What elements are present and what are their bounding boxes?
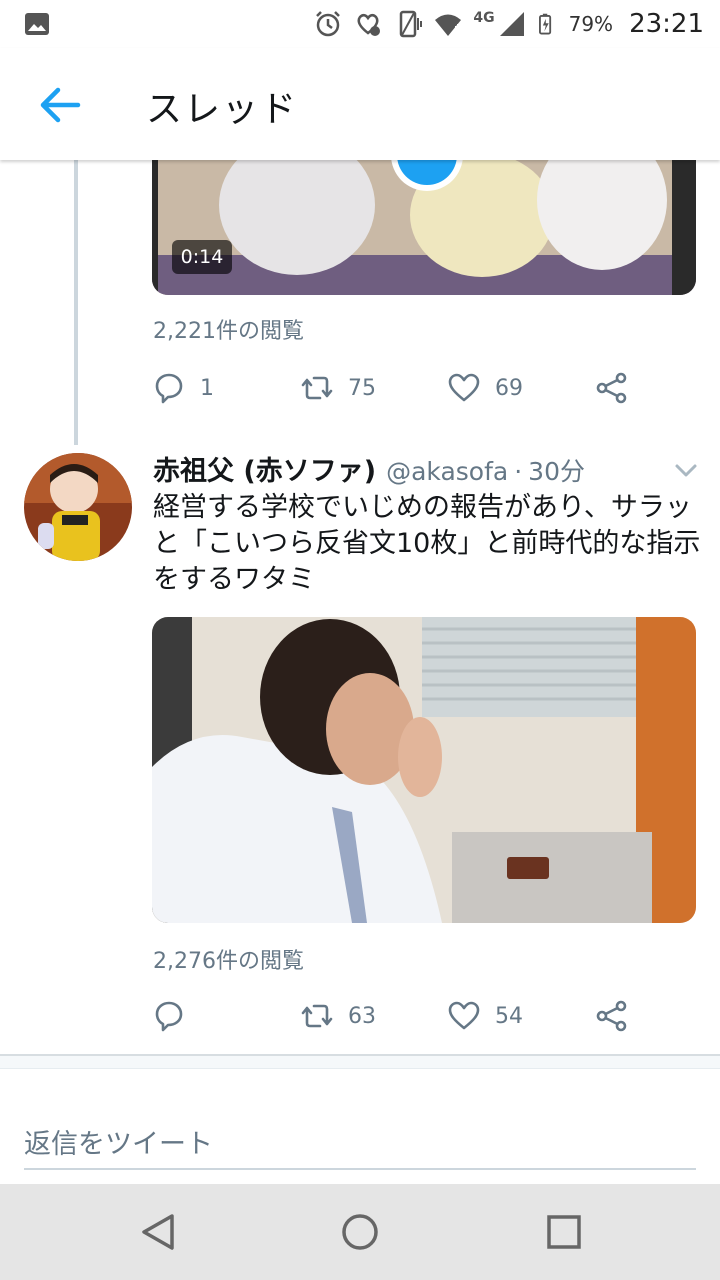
thread-connector-line <box>74 160 78 445</box>
retweet-count: 63 <box>348 1003 376 1029</box>
reply-count: 1 <box>200 375 214 401</box>
video-thumbnail <box>152 617 696 923</box>
nav-back-button[interactable] <box>136 1210 180 1254</box>
signal-icon <box>499 12 524 36</box>
separator-dot: · <box>514 457 523 486</box>
tweet-2-header: 赤祖父 (赤ソファ) @akasofa · 30分 <box>153 449 585 489</box>
heart-icon <box>448 373 480 402</box>
battery-icon <box>538 13 551 35</box>
tweet-1-video[interactable] <box>152 160 696 295</box>
tweet-2-actions: 63 54 <box>152 996 632 1036</box>
like-button[interactable]: 69 <box>447 368 523 408</box>
like-count: 54 <box>495 1003 523 1029</box>
reply-icon <box>155 373 183 404</box>
vibrate-icon <box>400 10 423 38</box>
like-button[interactable]: 54 <box>447 996 523 1036</box>
page-title: スレッド <box>146 89 299 130</box>
tweet-2-video[interactable] <box>152 617 696 923</box>
recents-square-icon <box>547 1215 581 1249</box>
tweet-2-views: 2,276件の閲覧 <box>153 949 304 974</box>
nav-recents-button[interactable] <box>542 1210 586 1254</box>
retweet-icon <box>301 376 333 400</box>
retweet-button[interactable]: 75 <box>300 368 376 408</box>
chevron-down-icon[interactable] <box>672 456 700 484</box>
like-count: 69 <box>495 375 523 401</box>
user-handle[interactable]: @akasofa <box>386 457 508 486</box>
tweet-text: 経営する学校でいじめの報告があり、サラッと「こいつら反省文10枚」と前時代的な指… <box>153 492 701 595</box>
back-button[interactable] <box>34 82 86 128</box>
section-gap <box>0 1056 720 1068</box>
system-nav-bar <box>0 1184 720 1280</box>
status-bar: 4G 79% 23:21 <box>0 0 720 48</box>
battery-percent: 79% <box>568 12 614 36</box>
network-type: 4G <box>473 10 495 26</box>
share-icon <box>596 372 627 404</box>
wifi-icon <box>435 14 462 36</box>
retweet-count: 75 <box>348 375 376 401</box>
back-arrow-icon <box>40 87 81 123</box>
tweet-1-views: 2,221件の閲覧 <box>153 319 304 344</box>
health-icon <box>357 13 381 36</box>
video-duration: 0:14 <box>172 240 232 274</box>
tweet-1-actions: 1 75 69 <box>152 368 632 408</box>
nav-home-button[interactable] <box>338 1210 382 1254</box>
reply-input[interactable]: 返信をツイート <box>24 1110 696 1170</box>
reply-button[interactable] <box>152 996 200 1036</box>
avatar-image <box>24 453 132 561</box>
app-header: スレッド <box>0 48 720 160</box>
heart-icon <box>448 1001 480 1030</box>
retweet-icon <box>301 1004 333 1028</box>
reply-button[interactable]: 1 <box>152 368 214 408</box>
share-button[interactable] <box>595 996 629 1036</box>
tweet-time: 30分 <box>528 457 585 486</box>
avatar[interactable] <box>24 453 132 561</box>
share-icon <box>596 1000 627 1032</box>
home-circle-icon <box>342 1214 378 1250</box>
video-thumbnail <box>152 160 696 295</box>
status-time: 23:21 <box>629 9 704 39</box>
reply-divider <box>0 1068 720 1069</box>
retweet-button[interactable]: 63 <box>300 996 376 1036</box>
share-button[interactable] <box>595 368 629 408</box>
back-triangle-icon <box>142 1214 174 1250</box>
gallery-icon <box>25 13 49 35</box>
alarm-icon <box>316 11 341 37</box>
reply-icon <box>155 1001 183 1032</box>
display-name[interactable]: 赤祖父 (赤ソファ) <box>153 449 376 488</box>
